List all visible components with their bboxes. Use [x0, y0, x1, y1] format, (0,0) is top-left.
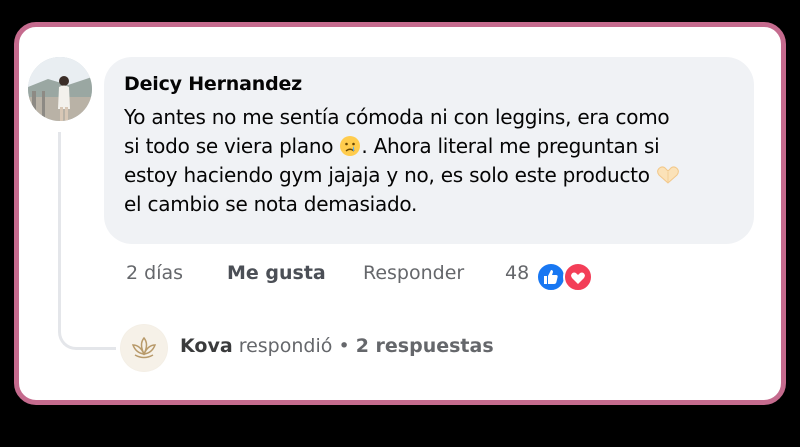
reaction-count[interactable]: 48: [505, 262, 529, 284]
crying-face-icon: [340, 136, 361, 156]
replies-count[interactable]: 2 respuestas: [356, 335, 494, 357]
reply-button[interactable]: Responder: [363, 262, 464, 284]
comment-line-part: estoy haciendo gym jajaja y no, es solo …: [124, 163, 650, 187]
comment-text: Yo antes no me sentía cómoda ni con legg…: [124, 103, 734, 219]
reaction-icons[interactable]: [536, 262, 596, 292]
like-button[interactable]: Me gusta: [227, 262, 326, 284]
comment-line: el cambio se nota demasiado.: [124, 192, 418, 216]
love-icon: [563, 262, 593, 292]
avatar[interactable]: [28, 57, 92, 121]
comment-line: estoy haciendo gym jajaja y no, es solo …: [124, 161, 734, 190]
comment-line-part: si todo se viera plano: [124, 134, 334, 158]
comment-author[interactable]: Deicy Hernandez: [124, 71, 734, 97]
separator-dot: •: [338, 335, 350, 357]
comment-line: Yo antes no me sentía cómoda ni con legg…: [124, 105, 670, 129]
kova-avatar[interactable]: [120, 324, 168, 372]
heart-hands-icon: [657, 166, 679, 184]
reply-author[interactable]: Kova: [180, 335, 233, 357]
timestamp[interactable]: 2 días: [126, 262, 183, 284]
reply-verb: respondió: [238, 335, 333, 357]
comment-line-part: . Ahora literal me preguntan si: [361, 134, 660, 158]
lotus-icon: [121, 325, 167, 371]
comment-bubble: Deicy Hernandez Yo antes no me sentía có…: [104, 57, 754, 244]
comment-line: si todo se viera plano . Ahora literal m…: [124, 132, 734, 161]
like-icon: [536, 262, 566, 292]
reply-summary[interactable]: Kova respondió • 2 respuestas: [180, 335, 494, 357]
profile-photo: [28, 57, 92, 121]
